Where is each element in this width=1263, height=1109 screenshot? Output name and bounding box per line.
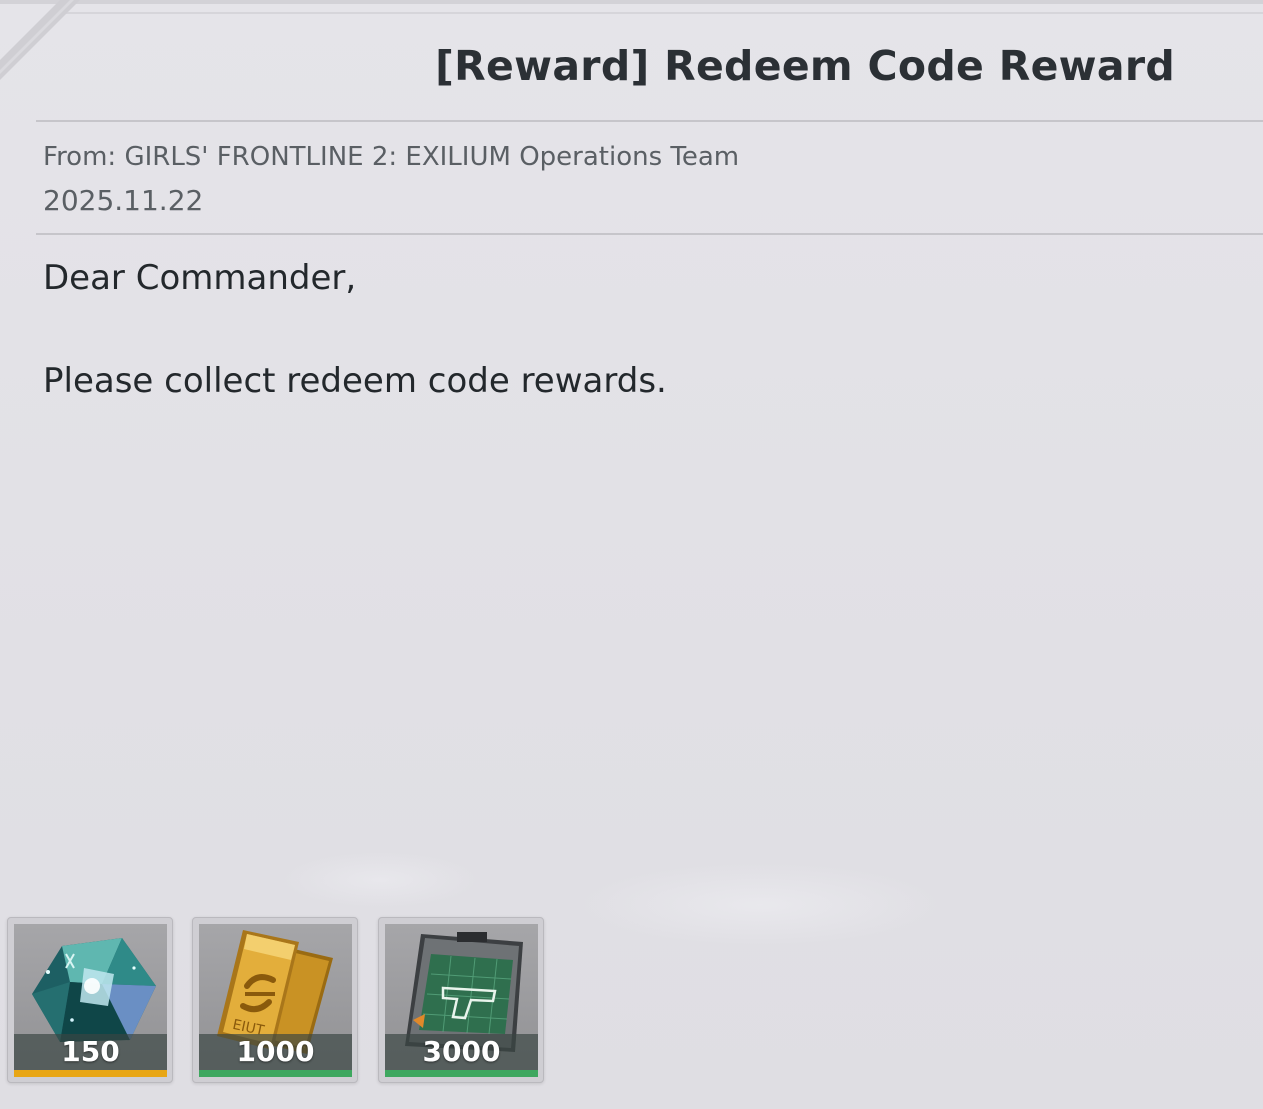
mail-sender: From: GIRLS' FRONTLINE 2: EXILIUM Operat… [43,142,740,172]
rarity-bar [14,1070,167,1077]
rarity-bar [385,1070,538,1077]
reward-quantity: 150 [61,1035,120,1068]
reward-item-blueprint[interactable]: 3000 [378,917,544,1083]
reward-tile: 150 [14,924,167,1077]
top-edge [0,0,1263,4]
reward-list: 150 EIUT 1000 3000 [7,917,547,1085]
mail-message: Please collect redeem code rewards. [43,361,667,401]
mail-title: [Reward] Redeem Code Reward [435,42,1175,90]
top-line [60,12,1263,14]
reward-quantity: 1000 [236,1035,315,1068]
reward-tile: 3000 [385,924,538,1077]
header-divider [36,120,1263,122]
mail-greeting: Dear Commander, [43,258,357,298]
meta-divider [36,233,1263,235]
reward-quantity: 3000 [422,1035,501,1068]
reward-item-gold[interactable]: EIUT 1000 [192,917,358,1083]
reward-tile: EIUT 1000 [199,924,352,1077]
mail-date: 2025.11.22 [43,184,204,217]
reward-item-crystal[interactable]: 150 [7,917,173,1083]
corner-decoration [0,0,110,110]
rarity-bar [199,1070,352,1077]
